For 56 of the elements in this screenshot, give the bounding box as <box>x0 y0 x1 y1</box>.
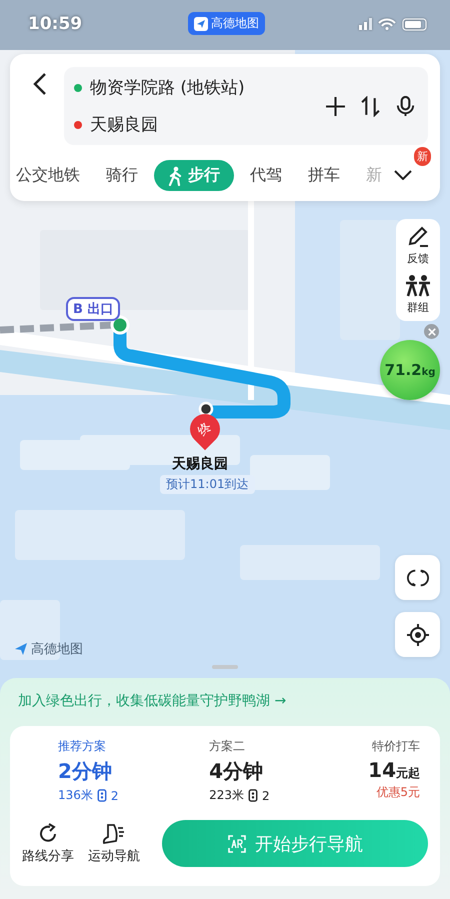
origin-dot <box>74 84 82 92</box>
destination-field[interactable]: 天赐良园 <box>90 113 158 136</box>
discount-text: 优惠5元 <box>376 784 420 801</box>
exit-label: B 出口 <box>66 297 120 321</box>
tool-button[interactable]: 反馈 <box>396 225 440 266</box>
traffic-light-count: 2 <box>110 788 119 802</box>
paper-plane-icon <box>194 16 208 30</box>
crosshair-icon <box>406 622 430 646</box>
action-button[interactable]: 运动导航 <box>88 822 140 864</box>
traffic-light-icon <box>96 789 107 802</box>
plan-option[interactable]: 方案二 4分钟 223米 2 <box>173 738 324 804</box>
microphone-icon[interactable] <box>395 96 416 116</box>
plan-distance: 223米 <box>209 787 244 804</box>
plan-title: 推荐方案 <box>58 738 106 755</box>
traffic-light-icon <box>248 789 258 802</box>
two-people-icon <box>405 274 431 298</box>
plan-duration: 2分钟 <box>58 758 112 785</box>
destination-label: 天赐良园 <box>172 455 228 473</box>
battery-icon <box>402 18 428 30</box>
walking-person-icon <box>168 166 182 186</box>
share-arrow-icon <box>37 822 59 844</box>
close-icon <box>428 328 436 336</box>
plan-title: 方案二 <box>209 738 246 755</box>
plan-option[interactable]: 推荐方案 2分钟 136米 2 <box>22 738 174 804</box>
mode-tab[interactable]: 拼车 <box>308 159 340 192</box>
end-point-marker <box>198 402 214 416</box>
new-badge: 新 <box>414 147 431 166</box>
map-logo: 高德地图 <box>14 640 83 658</box>
refresh-button[interactable] <box>395 555 440 600</box>
plan-duration: 4分钟 <box>209 758 263 785</box>
mode-tab[interactable]: 代驾 <box>250 159 282 192</box>
swap-icon[interactable] <box>360 96 381 116</box>
eta-label: 预计11:01到达 <box>160 475 255 494</box>
plan-option[interactable]: 特价打车 14元起 优惠5元 <box>324 738 428 804</box>
action-button[interactable]: 路线分享 <box>22 822 74 864</box>
shoe-icon <box>102 822 126 844</box>
sheet-handle[interactable] <box>212 665 238 669</box>
app-badge[interactable]: 高德地图 <box>188 12 265 35</box>
origin-field[interactable]: 物资学院路 (地铁站) <box>90 76 245 99</box>
status-time: 10:59 <box>28 14 82 34</box>
locate-button[interactable] <box>395 612 440 657</box>
chevron-down-icon <box>394 170 412 180</box>
ar-icon <box>227 834 247 854</box>
plan-distance: 136米 <box>58 787 93 804</box>
taxi-price: 14 <box>368 758 396 782</box>
price-unit: 元起 <box>396 765 420 782</box>
pencil-icon <box>406 225 430 249</box>
destination-dot <box>74 120 82 128</box>
tool-button[interactable]: 群组 <box>396 274 440 315</box>
traffic-light-count: 2 <box>262 788 270 802</box>
mode-tab[interactable]: 公交地铁 <box>16 159 80 192</box>
mode-tab[interactable]: 骑行 <box>106 159 138 192</box>
plus-icon[interactable] <box>325 96 346 116</box>
wifi-icon <box>378 18 396 30</box>
signal-icon <box>359 18 372 30</box>
plan-title: 特价打车 <box>372 738 420 755</box>
